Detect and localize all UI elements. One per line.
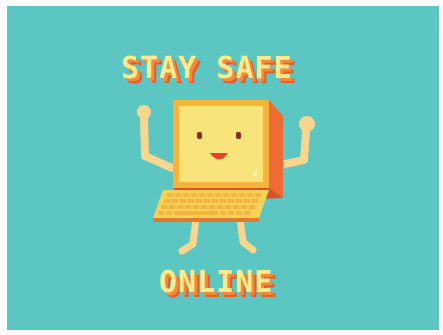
- laptop-screen: [179, 106, 263, 182]
- headline-top-text: STAY SAFE: [121, 51, 293, 86]
- right-eye-icon: [236, 132, 241, 139]
- headline-bottom: ONLINE ONLINE ONLINE: [159, 265, 277, 305]
- laptop-character: [153, 100, 283, 222]
- left-arm: [137, 105, 176, 172]
- stay-safe-online-illustration: STAY SAFE STAY SAFE STAY SAFE ONLINE ONL…: [121, 51, 315, 305]
- headline-top: STAY SAFE STAY SAFE STAY SAFE: [121, 51, 297, 91]
- headline-bottom-text: ONLINE: [159, 265, 273, 300]
- left-eye-icon: [197, 132, 202, 139]
- poster-panel: STAY SAFE STAY SAFE STAY SAFE ONLINE ONL…: [7, 6, 439, 330]
